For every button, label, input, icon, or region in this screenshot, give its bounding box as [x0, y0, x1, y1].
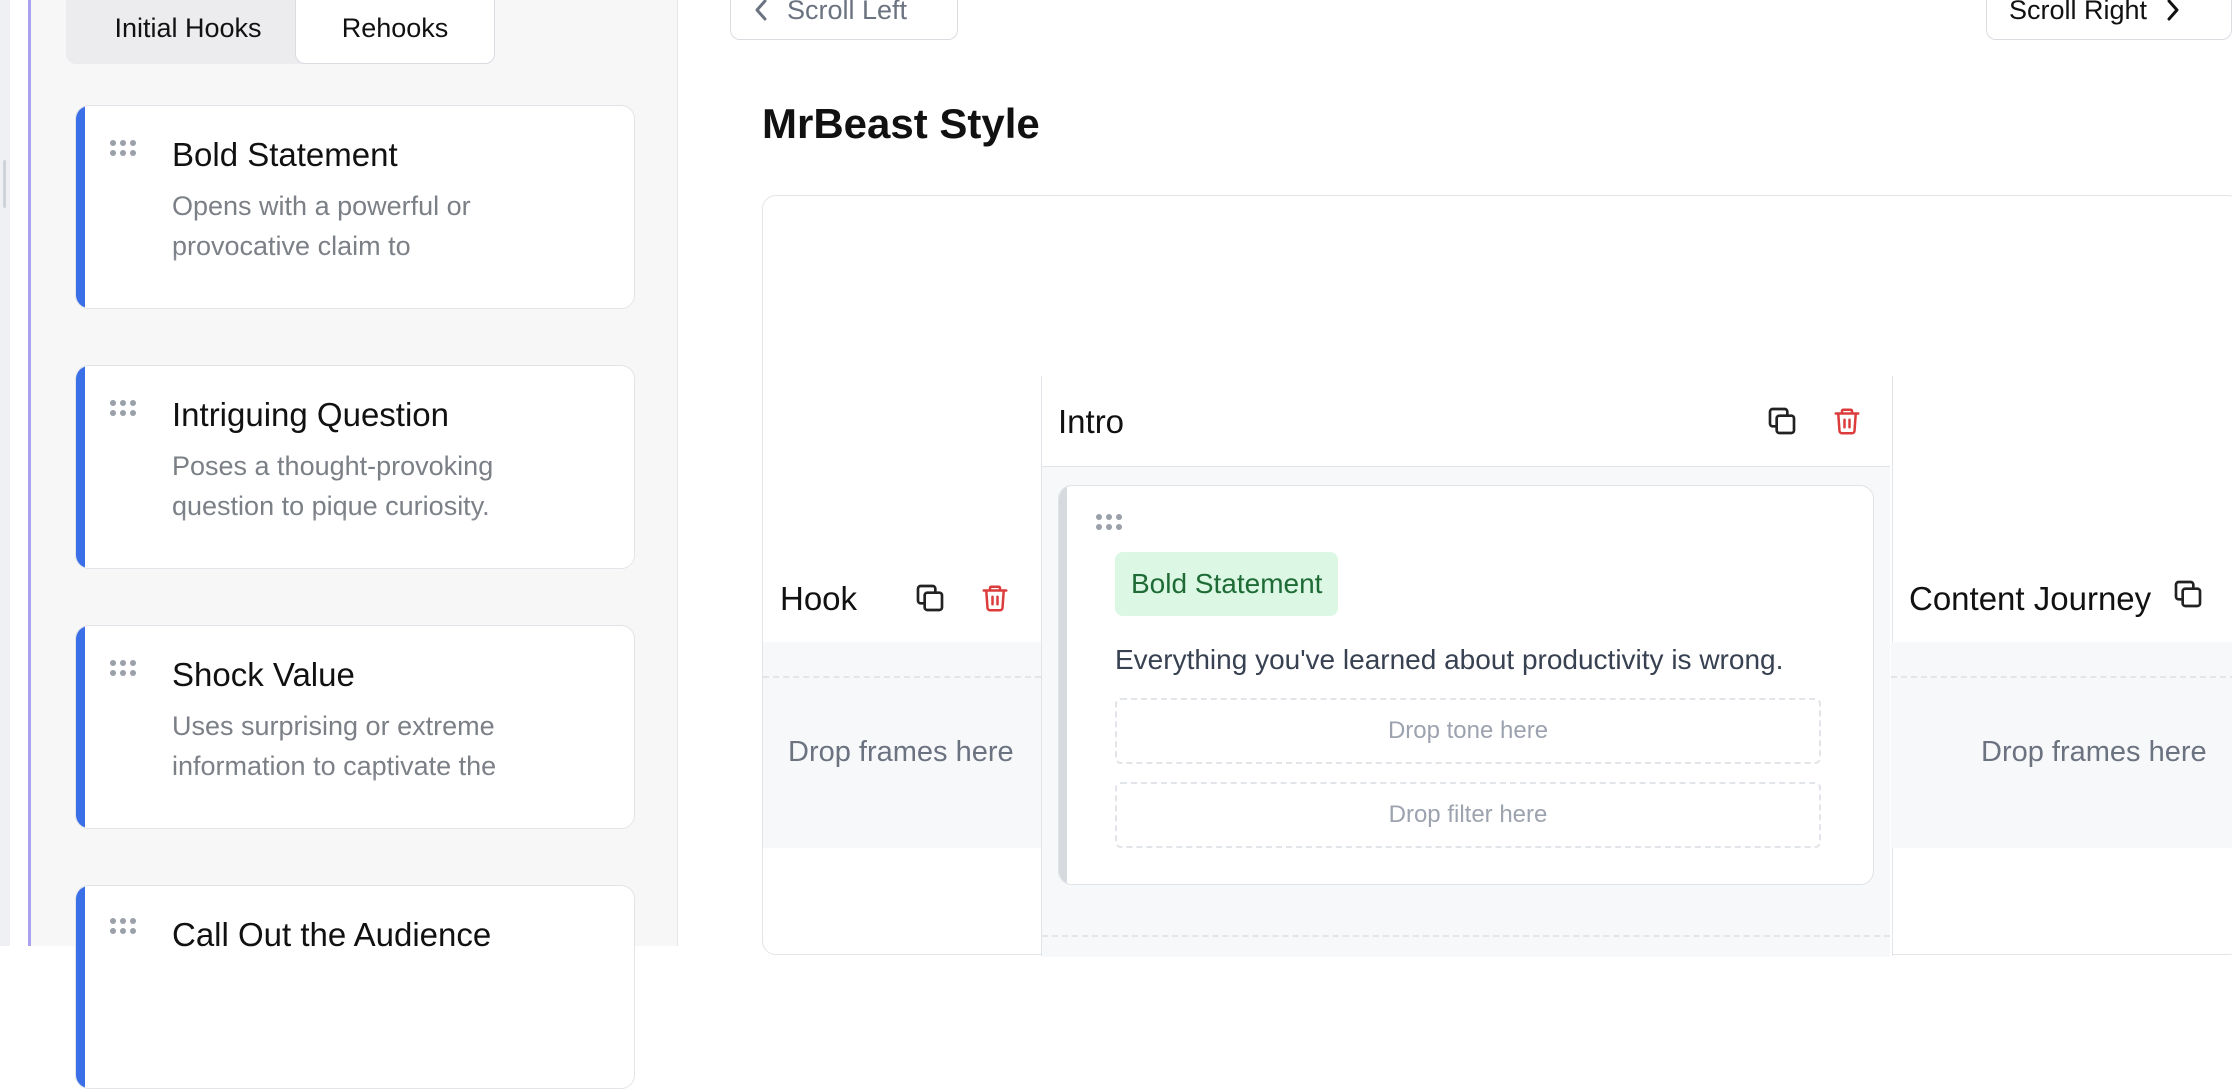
- drop-divider: [1891, 676, 2232, 678]
- chevron-right-icon: [2167, 0, 2179, 21]
- text-fade: [86, 772, 634, 828]
- scroll-left-label: Scroll Left: [787, 0, 908, 25]
- resize-handle[interactable]: [3, 160, 6, 208]
- tone-drop-zone[interactable]: Drop tone here: [1115, 698, 1821, 764]
- grip-icon[interactable]: [109, 140, 137, 156]
- scroll-right-button[interactable]: Scroll Right: [1986, 0, 2232, 40]
- hook-card-title: Shock Value: [172, 656, 355, 693]
- grip-icon[interactable]: [109, 660, 137, 676]
- filter-drop-zone[interactable]: Drop filter here: [1115, 782, 1821, 848]
- tab-initial-hooks[interactable]: Initial Hooks: [66, 0, 310, 64]
- hook-drop-area[interactable]: Drop frames here: [763, 642, 1041, 848]
- drop-divider: [763, 676, 1041, 678]
- text-fade: [86, 252, 634, 308]
- hook-card-title: Bold Statement: [172, 136, 398, 173]
- tab-rehooks[interactable]: Rehooks: [295, 0, 495, 64]
- column-title-intro: Intro: [1058, 403, 1125, 440]
- drop-frames-label: Drop frames here: [1981, 736, 2207, 768]
- intro-frame-card[interactable]: Bold Statement Everything you've learned…: [1058, 485, 1874, 885]
- hook-card-shock-value[interactable]: Shock Value Uses surprising or extreme i…: [75, 625, 635, 829]
- frame-type-badge: Bold Statement: [1115, 552, 1339, 616]
- copy-icon[interactable]: [1764, 403, 1800, 439]
- trash-icon[interactable]: [977, 580, 1013, 616]
- drop-divider: [1042, 935, 1890, 937]
- hook-card-title: Intriguing Question: [172, 396, 450, 433]
- scroll-right-label: Scroll Right: [2009, 0, 2148, 25]
- frame-text: Everything you've learned about producti…: [1115, 644, 1784, 675]
- hook-card-title: Call Out the Audience: [172, 916, 492, 953]
- tone-drop-label: Drop tone here: [1387, 717, 1549, 744]
- hook-card-call-out-the-audience[interactable]: Call Out the Audience: [75, 885, 635, 1089]
- grip-icon[interactable]: [109, 918, 137, 934]
- column-title-hook: Hook: [780, 580, 858, 617]
- page-title: MrBeast Style: [762, 100, 1040, 147]
- left-gutter: [0, 0, 10, 946]
- grip-icon[interactable]: [1095, 514, 1123, 530]
- hook-card-bold-statement[interactable]: Bold Statement Opens with a powerful or …: [75, 105, 635, 309]
- trash-icon[interactable]: [1829, 403, 1865, 439]
- column-title-content-journey: Content Journey: [1909, 580, 2152, 617]
- text-fade: [86, 512, 634, 568]
- chevron-left-icon: [755, 0, 767, 21]
- content-journey-drop-area[interactable]: Drop frames here: [1891, 642, 2232, 848]
- filter-drop-label: Drop filter here: [1388, 801, 1548, 828]
- accent-divider: [28, 0, 31, 946]
- copy-icon[interactable]: [2170, 576, 2206, 612]
- grip-icon[interactable]: [109, 400, 137, 416]
- hook-card-intriguing-question[interactable]: Intriguing Question Poses a thought-prov…: [75, 365, 635, 569]
- drop-frames-label: Drop frames here: [788, 736, 1014, 768]
- scroll-left-button[interactable]: Scroll Left: [730, 0, 958, 40]
- frames-sidebar: Initial Hooks Rehooks Bold Statement Ope…: [31, 0, 678, 1089]
- copy-icon[interactable]: [912, 580, 948, 616]
